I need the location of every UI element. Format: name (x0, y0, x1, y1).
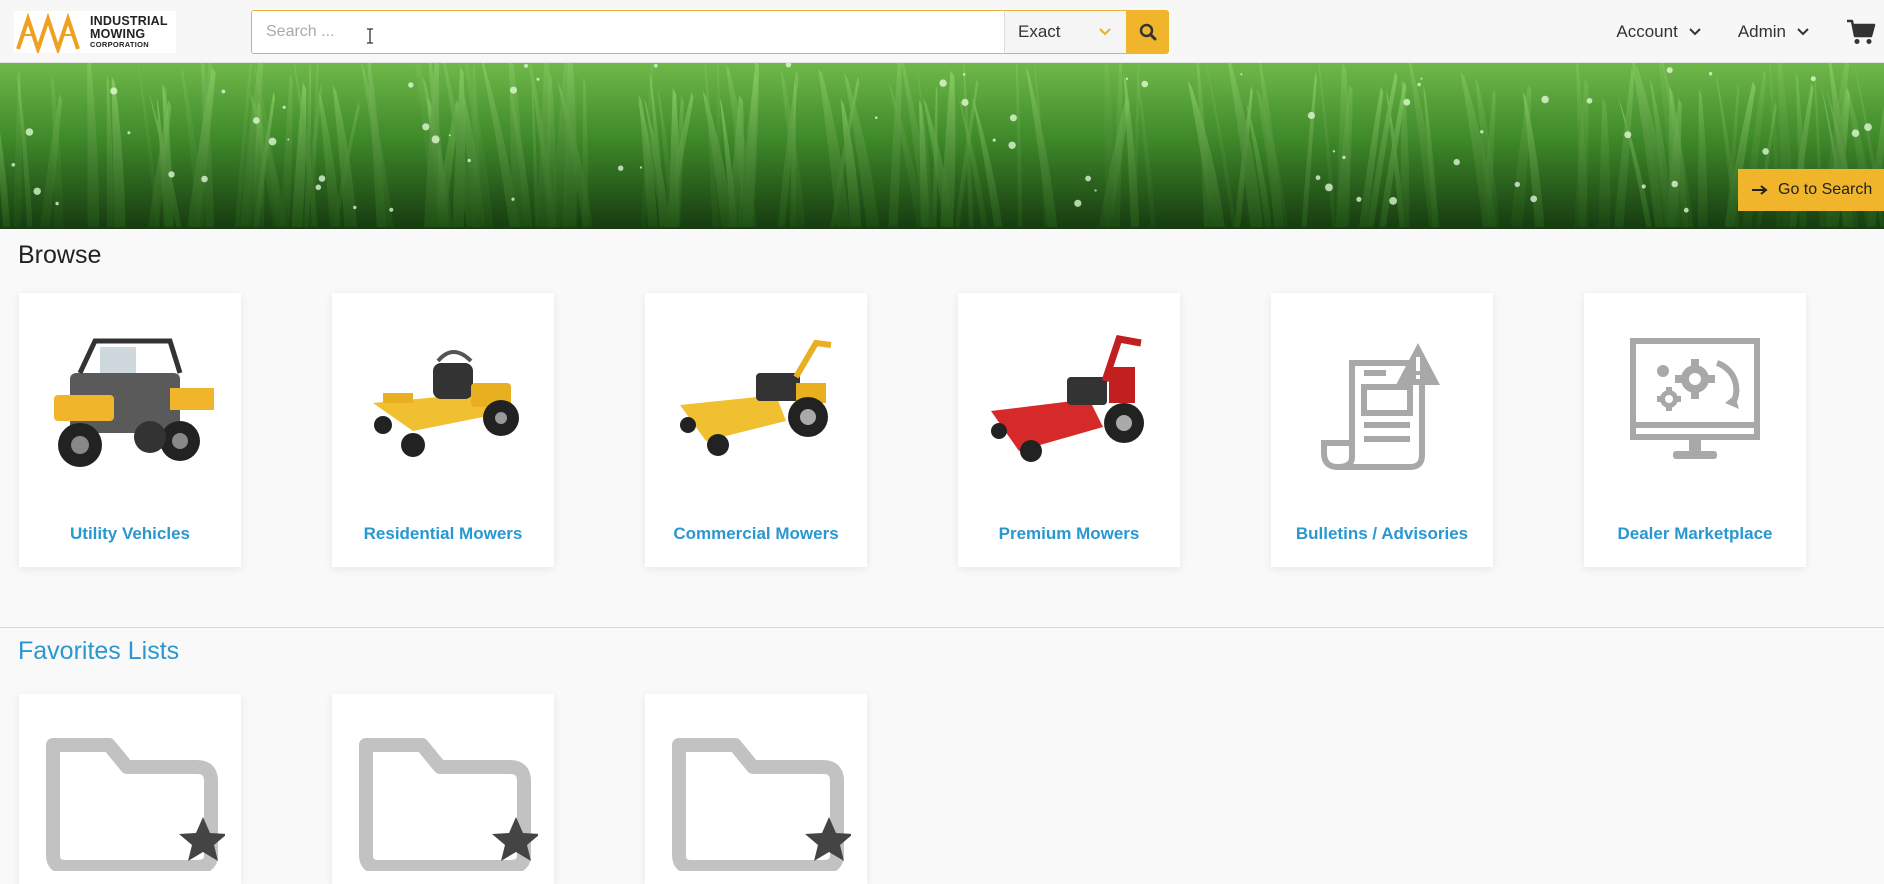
logo-wordmark: INDUSTRIAL MOWING CORPORATION (90, 15, 168, 49)
match-mode-value: Exact (1018, 22, 1061, 41)
browse-card-label: Utility Vehicles (70, 524, 190, 543)
favorites-heading[interactable]: Favorites Lists (18, 637, 179, 666)
yellow-walk-behind-mower-image (645, 313, 867, 503)
admin-menu-label: Admin (1737, 21, 1786, 41)
logo-mark-icon (16, 12, 80, 53)
logo-line-1: INDUSTRIAL (90, 14, 168, 29)
chevron-down-icon (1099, 28, 1111, 36)
go-to-search-label: Go to Search (1778, 181, 1873, 198)
browse-card-label: Residential Mowers (363, 524, 523, 543)
text-cursor-icon (367, 28, 373, 44)
star-folder-icon (19, 726, 241, 876)
browse-card-utility-vehicles[interactable]: Utility Vehicles (19, 293, 241, 567)
shopping-cart-icon[interactable] (1846, 18, 1876, 46)
arrow-right-icon (1752, 185, 1768, 195)
browse-card-label: Dealer Marketplace (1617, 524, 1773, 543)
browse-card-residential-mowers[interactable]: Residential Mowers (332, 293, 554, 567)
browse-card-premium-mowers[interactable]: Premium Mowers (958, 293, 1180, 567)
top-header: INDUSTRIAL MOWING CORPORATION Exact Acco… (0, 0, 1884, 63)
search-icon (1139, 23, 1156, 41)
favorites-list-card[interactable] (332, 694, 554, 884)
yellow-zero-turn-mower-image (332, 313, 554, 503)
match-mode-select[interactable]: Exact (1004, 10, 1126, 54)
logo-line-3: CORPORATION (90, 40, 149, 50)
grass-banner-image (0, 63, 1884, 227)
red-walk-behind-mower-image (958, 313, 1180, 503)
section-divider (0, 627, 1884, 628)
star-folder-icon (332, 726, 554, 876)
grass-banner: Go to Search (0, 63, 1884, 229)
admin-menu[interactable]: Admin (1738, 22, 1810, 42)
search-bar: Exact (251, 10, 1169, 54)
account-menu[interactable]: Account (1616, 22, 1701, 42)
search-input[interactable] (251, 10, 1004, 54)
account-menu-label: Account (1616, 21, 1678, 41)
search-button[interactable] (1126, 10, 1169, 54)
logo-line-2: MOWING (90, 26, 146, 41)
browse-heading: Browse (18, 241, 102, 269)
chevron-down-icon (1689, 27, 1701, 35)
favorites-list-card[interactable] (645, 694, 867, 884)
browse-card-label: Commercial Mowers (673, 524, 839, 543)
header-nav: Account Admin (1616, 0, 1884, 63)
favorites-list-card[interactable] (19, 694, 241, 884)
chevron-down-icon (1797, 27, 1809, 35)
browse-card-bulletins[interactable]: Bulletins / Advisories (1271, 293, 1493, 567)
go-to-search-button[interactable]: Go to Search (1738, 169, 1884, 211)
browse-card-label: Bulletins / Advisories (1295, 524, 1469, 543)
star-folder-icon (645, 726, 867, 876)
browse-card-commercial-mowers[interactable]: Commercial Mowers (645, 293, 867, 567)
utility-vehicle-image (19, 313, 241, 503)
document-warning-icon (1271, 313, 1493, 503)
browse-card-label: Premium Mowers (998, 524, 1140, 543)
browse-card-dealer-marketplace[interactable]: Dealer Marketplace (1584, 293, 1806, 567)
monitor-gears-icon (1584, 313, 1806, 503)
company-logo[interactable]: INDUSTRIAL MOWING CORPORATION (14, 11, 176, 53)
